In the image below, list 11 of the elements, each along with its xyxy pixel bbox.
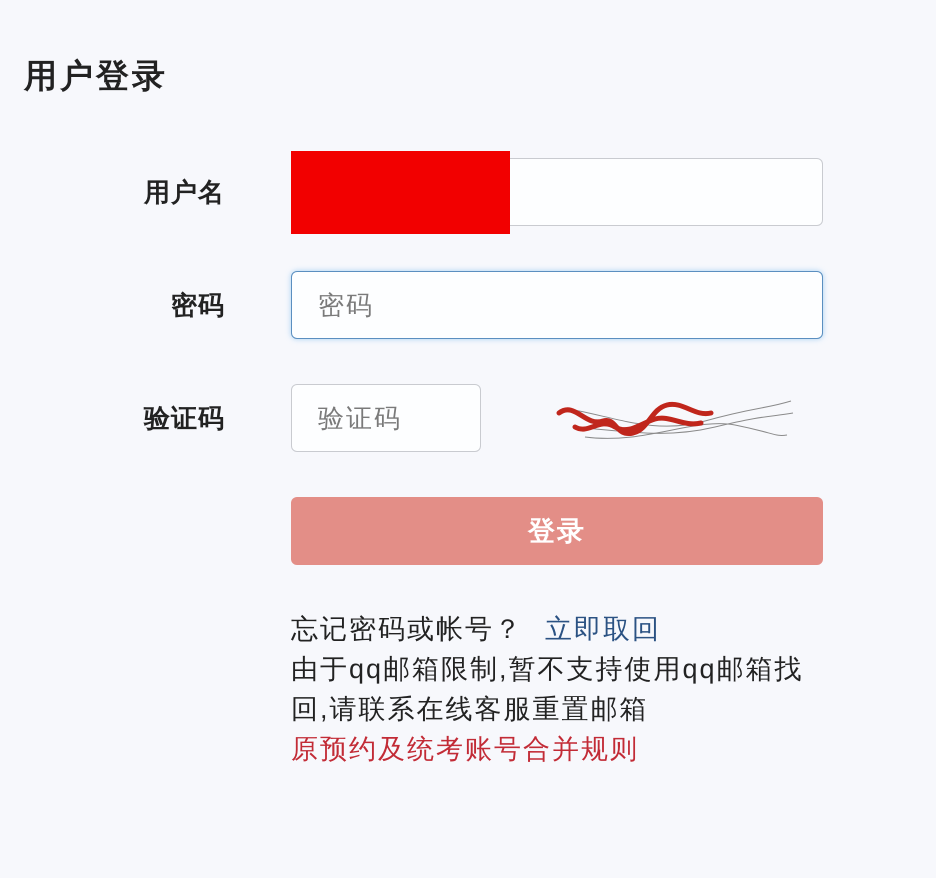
notice-text: 由于qq邮箱限制,暂不支持使用qq邮箱找回,请联系在线客服重置邮箱 bbox=[291, 653, 805, 726]
captcha-label: 验证码 bbox=[144, 402, 225, 435]
forgot-question: 忘记密码或帐号？ bbox=[291, 613, 523, 646]
rules-link[interactable]: 原预约及统考账号合并规则 bbox=[291, 729, 639, 769]
captcha-field[interactable]: 验证码 bbox=[291, 384, 481, 452]
username-field[interactable] bbox=[510, 158, 823, 226]
username-label: 用户名 bbox=[144, 176, 225, 209]
password-label: 密码 bbox=[171, 289, 225, 322]
recover-link[interactable]: 立即取回 bbox=[545, 609, 661, 649]
page-title: 用户登录 bbox=[24, 56, 168, 96]
password-field[interactable]: 密码 bbox=[291, 271, 823, 339]
